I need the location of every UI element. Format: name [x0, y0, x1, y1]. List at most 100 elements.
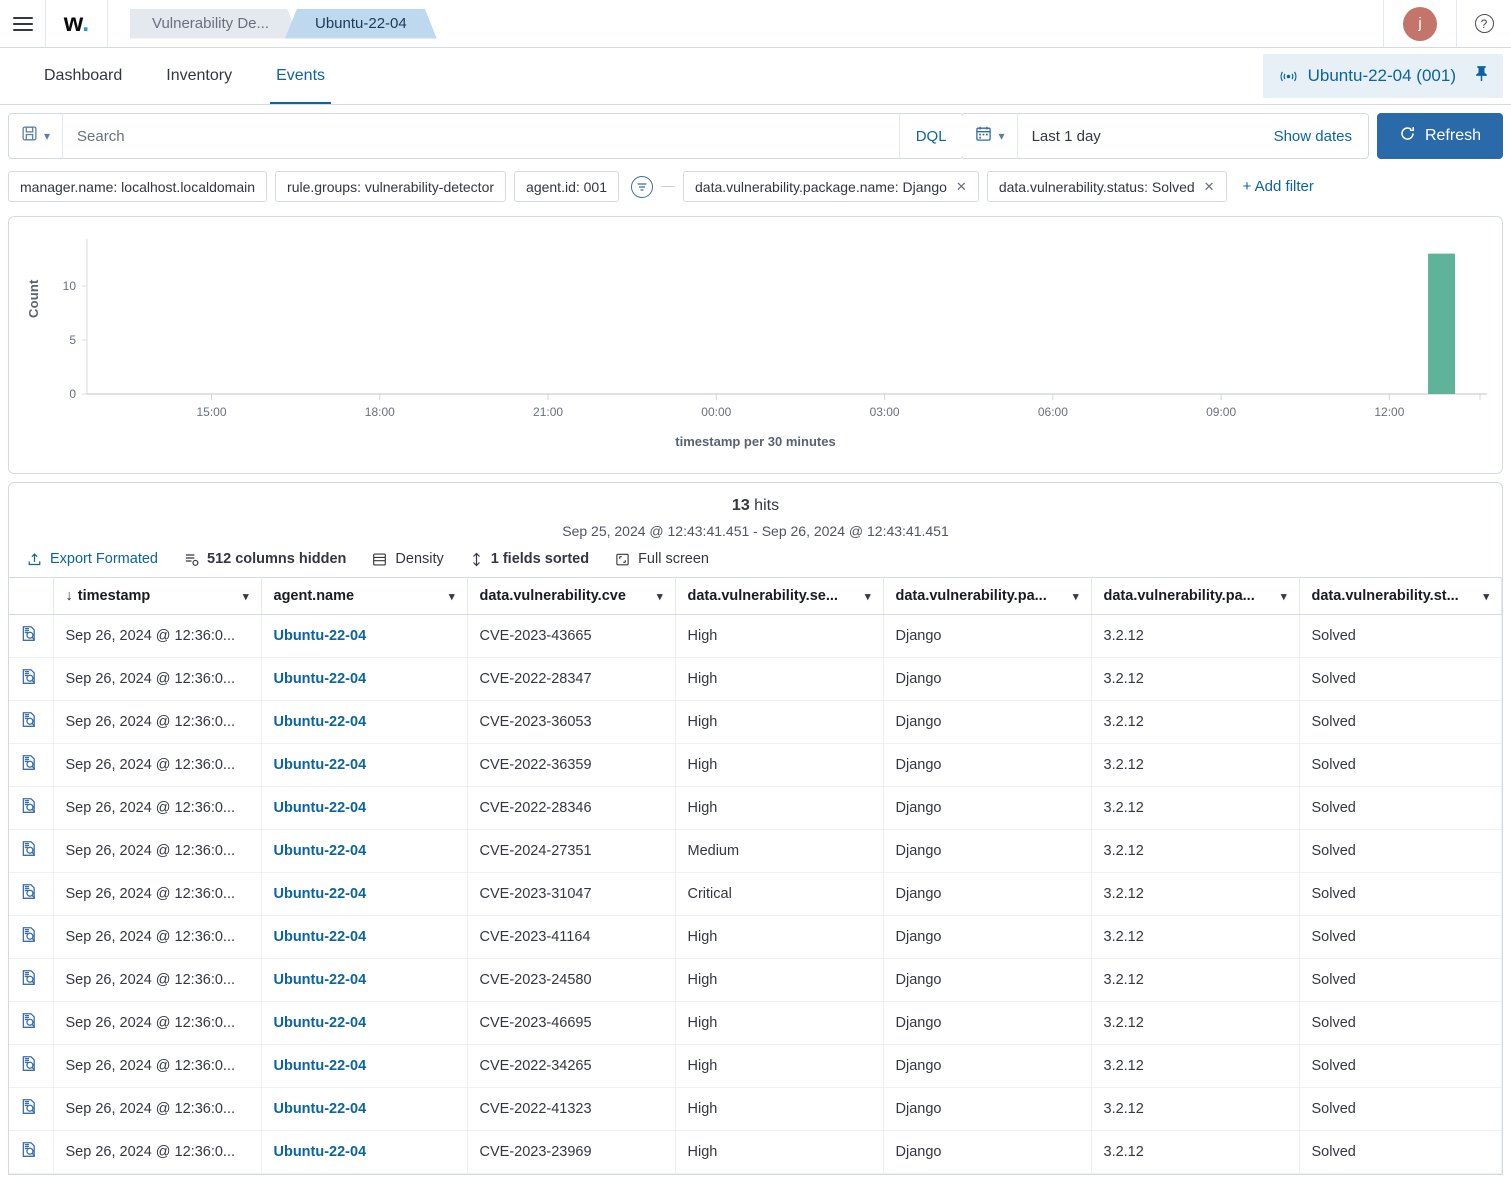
filter-pill-status[interactable]: data.vulnerability.status: Solved ✕: [986, 171, 1227, 202]
column-header-package-version[interactable]: data.vulnerability.pa... ▾: [1091, 577, 1300, 615]
expand-row-cell[interactable]: [9, 829, 54, 873]
table-row[interactable]: Sep 26, 2024 @ 12:36:0... Ubuntu-22-04 CVE…: [9, 1001, 1502, 1045]
agent-name-link[interactable]: Ubuntu-22-04: [274, 1144, 367, 1160]
close-icon[interactable]: ✕: [956, 179, 967, 195]
chevron-down-icon: ▾: [44, 129, 51, 143]
filter-pill-manager-name[interactable]: manager.name: localhost.localdomain: [8, 171, 268, 202]
refresh-button[interactable]: Refresh: [1376, 113, 1503, 159]
table-row[interactable]: Sep 26, 2024 @ 12:36:0... Ubuntu-22-04 CVE…: [9, 657, 1502, 701]
agent-name-link[interactable]: Ubuntu-22-04: [274, 843, 367, 859]
expand-row-cell[interactable]: [9, 1130, 54, 1174]
agent-name-link[interactable]: Ubuntu-22-04: [274, 929, 367, 945]
agent-name-link[interactable]: Ubuntu-22-04: [274, 757, 367, 773]
inspect-document-icon[interactable]: [21, 668, 38, 690]
agent-name-link[interactable]: Ubuntu-22-04: [274, 1058, 367, 1074]
table-row[interactable]: Sep 26, 2024 @ 12:36:0... Ubuntu-22-04 CVE…: [9, 614, 1502, 658]
inspect-document-icon[interactable]: [21, 754, 38, 776]
chevron-down-icon[interactable]: ▾: [1073, 590, 1079, 603]
agent-name-link[interactable]: Ubuntu-22-04: [274, 671, 367, 687]
expand-row-cell[interactable]: [9, 915, 54, 959]
chevron-down-icon[interactable]: ▾: [1281, 590, 1287, 603]
column-header-timestamp[interactable]: ↓ timestamp ▾: [53, 577, 262, 615]
hamburger-menu-icon[interactable]: [0, 0, 46, 47]
table-row[interactable]: Sep 26, 2024 @ 12:36:0... Ubuntu-22-04 CVE…: [9, 958, 1502, 1002]
pin-icon[interactable]: [1474, 65, 1489, 87]
breadcrumb-item-vulnerability-detection[interactable]: Vulnerability De...: [130, 9, 299, 39]
filter-pill-package-name[interactable]: data.vulnerability.package.name: Django …: [683, 171, 979, 202]
expand-row-cell[interactable]: [9, 1001, 54, 1045]
table-row[interactable]: Sep 26, 2024 @ 12:36:0... Ubuntu-22-04 CVE…: [9, 700, 1502, 744]
chevron-down-icon[interactable]: ▾: [865, 590, 871, 603]
column-header-package-name[interactable]: data.vulnerability.pa... ▾: [883, 577, 1092, 615]
table-row[interactable]: Sep 26, 2024 @ 12:36:0... Ubuntu-22-04 CVE…: [9, 743, 1502, 787]
full-screen-button[interactable]: Full screen: [615, 551, 709, 567]
inspect-document-icon[interactable]: [21, 883, 38, 905]
inspect-document-icon[interactable]: [21, 1012, 38, 1034]
inspect-document-icon[interactable]: [21, 797, 38, 819]
tab-events[interactable]: Events: [254, 48, 347, 104]
table-row[interactable]: Sep 26, 2024 @ 12:36:0... Ubuntu-22-04 CVE…: [9, 1044, 1502, 1088]
date-range-display[interactable]: Last 1 day: [1018, 114, 1258, 158]
avatar-button[interactable]: j: [1383, 0, 1457, 47]
table-row[interactable]: Sep 26, 2024 @ 12:36:0... Ubuntu-22-04 CVE…: [9, 1130, 1502, 1174]
expand-row-cell[interactable]: [9, 743, 54, 787]
agent-name-link[interactable]: Ubuntu-22-04: [274, 800, 367, 816]
table-row[interactable]: Sep 26, 2024 @ 12:36:0... Ubuntu-22-04 CVE…: [9, 1087, 1502, 1131]
expand-row-cell[interactable]: [9, 872, 54, 916]
expand-row-cell[interactable]: [9, 1044, 54, 1088]
agent-name-link[interactable]: Ubuntu-22-04: [274, 628, 367, 644]
column-header-cve[interactable]: data.vulnerability.cve ▾: [467, 577, 676, 615]
calendar-quick-select-button[interactable]: ▾: [963, 114, 1018, 158]
show-dates-button[interactable]: Show dates: [1258, 114, 1368, 158]
agent-selector-pill[interactable]: Ubuntu-22-04 (001): [1262, 54, 1503, 98]
export-formated-button[interactable]: Export Formated: [27, 551, 158, 567]
table-row[interactable]: Sep 26, 2024 @ 12:36:0... Ubuntu-22-04 CVE…: [9, 829, 1502, 873]
expand-row-cell[interactable]: [9, 1087, 54, 1131]
fields-sorted-button[interactable]: 1 fields sorted: [470, 551, 589, 567]
filter-group-icon[interactable]: [631, 175, 653, 198]
help-button[interactable]: ?: [1457, 14, 1511, 33]
chevron-down-icon[interactable]: ▾: [657, 590, 663, 603]
dql-button[interactable]: DQL: [898, 114, 963, 158]
table-row[interactable]: Sep 26, 2024 @ 12:36:0... Ubuntu-22-04 CVE…: [9, 786, 1502, 830]
tab-inventory[interactable]: Inventory: [144, 48, 254, 104]
inspect-document-icon[interactable]: [21, 1055, 38, 1077]
inspect-document-icon[interactable]: [21, 840, 38, 862]
inspect-document-icon[interactable]: [21, 625, 38, 647]
expand-row-cell[interactable]: [9, 700, 54, 744]
close-icon[interactable]: ✕: [1204, 179, 1215, 195]
expand-row-cell[interactable]: [9, 657, 54, 701]
inspect-document-icon[interactable]: [21, 926, 38, 948]
expand-row-cell[interactable]: [9, 958, 54, 1002]
inspect-document-icon[interactable]: [21, 1098, 38, 1120]
calendar-icon: [975, 125, 992, 147]
search-input[interactable]: [63, 114, 899, 158]
table-row[interactable]: Sep 26, 2024 @ 12:36:0... Ubuntu-22-04 CVE…: [9, 915, 1502, 959]
inspect-document-icon[interactable]: [21, 969, 38, 991]
saved-query-button[interactable]: ▾: [9, 114, 64, 158]
breadcrumb-item-agent[interactable]: Ubuntu-22-04: [285, 9, 437, 39]
column-header-agent-name[interactable]: agent.name ▾: [261, 577, 468, 615]
density-button[interactable]: Density: [372, 551, 444, 567]
chevron-down-icon[interactable]: ▾: [243, 590, 249, 603]
inspect-document-icon[interactable]: [21, 1141, 38, 1163]
agent-name-link[interactable]: Ubuntu-22-04: [274, 972, 367, 988]
filter-pill-agent-id[interactable]: agent.id: 001: [514, 171, 619, 202]
agent-name-link[interactable]: Ubuntu-22-04: [274, 886, 367, 902]
agent-name-link[interactable]: Ubuntu-22-04: [274, 1015, 367, 1031]
agent-name-link[interactable]: Ubuntu-22-04: [274, 1101, 367, 1117]
chevron-down-icon[interactable]: ▾: [449, 590, 455, 603]
expand-row-cell[interactable]: [9, 614, 54, 658]
tab-dashboard[interactable]: Dashboard: [22, 48, 144, 104]
filter-pill-rule-groups[interactable]: rule.groups: vulnerability-detector: [275, 171, 507, 202]
agent-name-link[interactable]: Ubuntu-22-04: [274, 714, 367, 730]
column-header-severity[interactable]: data.vulnerability.se... ▾: [675, 577, 884, 615]
expand-row-cell[interactable]: [9, 786, 54, 830]
add-filter-button[interactable]: + Add filter: [1243, 178, 1314, 195]
chevron-down-icon[interactable]: ▾: [1483, 590, 1489, 603]
column-header-status[interactable]: data.vulnerability.st... ▾: [1299, 577, 1502, 615]
app-logo[interactable]: w.: [46, 0, 108, 47]
table-row[interactable]: Sep 26, 2024 @ 12:36:0... Ubuntu-22-04 CVE…: [9, 872, 1502, 916]
inspect-document-icon[interactable]: [21, 711, 38, 733]
columns-hidden-button[interactable]: 512 columns hidden: [184, 551, 346, 567]
